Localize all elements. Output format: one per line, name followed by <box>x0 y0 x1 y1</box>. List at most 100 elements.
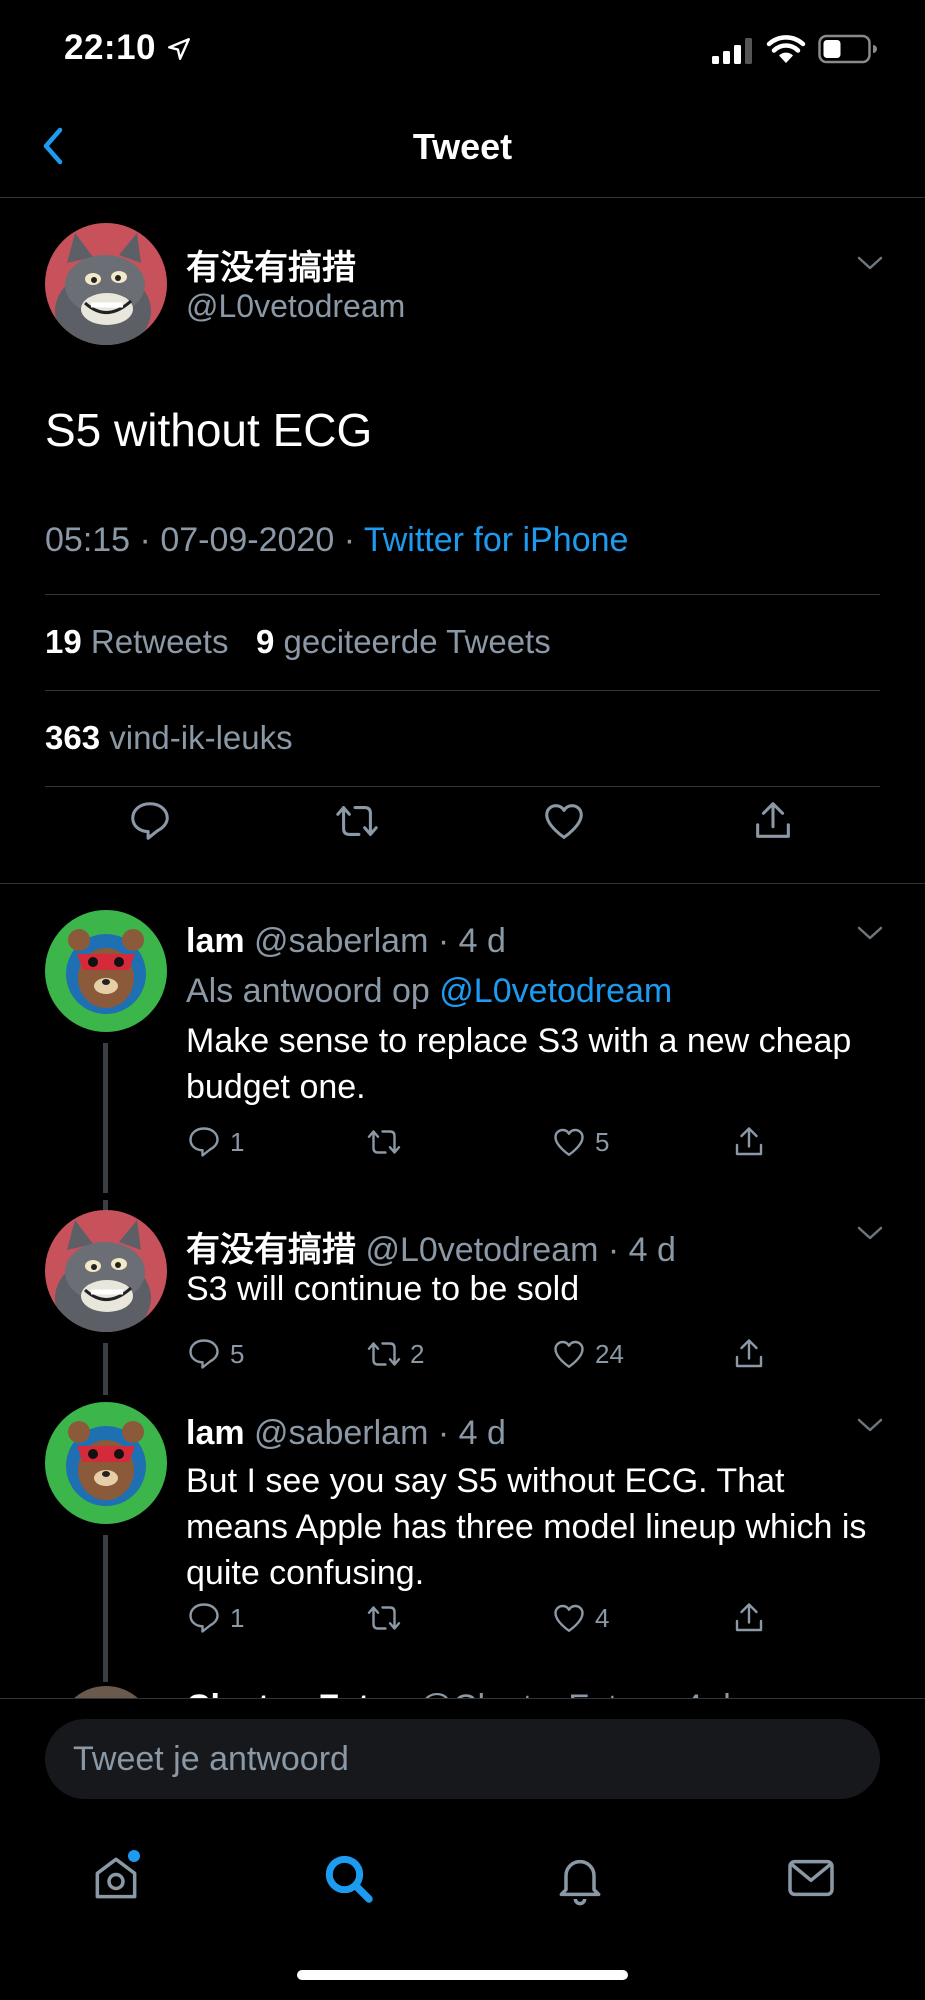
thread-line <box>103 1343 108 1395</box>
divider <box>45 690 880 691</box>
home-indicator <box>297 1970 628 1980</box>
reply-button[interactable]: 1 <box>186 1598 244 1638</box>
like-heart-icon[interactable] <box>541 798 587 844</box>
share-button[interactable] <box>731 1334 775 1374</box>
like-count: 5 <box>595 1126 610 1157</box>
reply-icon[interactable] <box>127 798 173 844</box>
reply-to-label: Als antwoord op <box>186 972 430 1010</box>
status-bar: 22:10 <box>0 0 925 100</box>
tweet-source-link[interactable]: Twitter for iPhone <box>364 521 629 559</box>
chevron-down-icon[interactable] <box>855 923 885 943</box>
reply-text: But I see you say S5 without ECG. That m… <box>186 1462 867 1592</box>
like-count: 24 <box>595 1338 624 1369</box>
author-name[interactable]: 有没有搞措 <box>186 1231 356 1269</box>
separator: · <box>343 521 364 559</box>
separator: · <box>663 1688 674 1698</box>
author-handle[interactable]: @saberlam <box>254 922 428 960</box>
author-handle[interactable]: @saberlam <box>254 1414 428 1452</box>
author-handle[interactable]: @L0vetodream <box>365 1231 598 1269</box>
reply-action-bar: 1 4 <box>186 1598 786 1638</box>
reply-text: S3 will continue to be sold <box>186 1270 580 1308</box>
like-label: vind-ik-leuks <box>109 719 293 756</box>
reply-icon <box>189 1603 219 1633</box>
author-handle[interactable]: @L0vetodream <box>186 288 405 325</box>
search-icon[interactable] <box>320 1850 376 1906</box>
author-name[interactable]: lam <box>186 922 245 960</box>
tweet-age: 4 d <box>683 1688 730 1698</box>
reply-header: lam @saberlam · 4 d <box>186 1414 506 1453</box>
tweet-meta: 05:15 · 07-09-2020 · Twitter for iPhone <box>45 521 628 560</box>
share-icon <box>735 1603 763 1632</box>
reply-button[interactable]: 1 <box>186 1122 244 1162</box>
location-arrow-icon <box>168 38 190 60</box>
chevron-down-icon[interactable] <box>855 1415 885 1435</box>
tweet-age: 4 d <box>458 1414 506 1452</box>
tweet-age: 4 d <box>458 922 506 960</box>
share-button[interactable] <box>731 1122 775 1162</box>
reply-tweet[interactable]: lam @saberlam · 4 d But I see you say S5… <box>0 1402 925 1682</box>
reply-action-bar: 5 2 24 <box>186 1334 786 1374</box>
like-count: 4 <box>595 1602 610 1633</box>
like-button[interactable]: 4 <box>551 1598 609 1638</box>
like-stats[interactable]: 363 vind-ik-leuks <box>45 719 293 757</box>
share-icon[interactable] <box>750 798 796 844</box>
author-name[interactable]: Cleatus Fetus <box>186 1688 409 1698</box>
battery-icon <box>818 34 877 64</box>
separator: · <box>437 922 450 960</box>
reply-header: lam @saberlam · 4 d <box>186 922 506 961</box>
author-handle[interactable]: @CleatusFetus <box>418 1688 653 1698</box>
like-button[interactable]: 24 <box>551 1334 624 1374</box>
retweet-button[interactable]: 2 <box>366 1334 424 1374</box>
reply-header: 有没有搞措 @L0vetodream · 4 d <box>186 1222 676 1271</box>
reply-icon <box>189 1127 219 1157</box>
author-name[interactable]: 有没有搞措 <box>186 240 356 289</box>
avatar[interactable] <box>45 223 167 345</box>
thread-line <box>103 1043 108 1193</box>
notifications-bell-icon[interactable] <box>552 1850 608 1906</box>
chevron-down-icon[interactable] <box>855 1223 885 1243</box>
retweet-button[interactable] <box>366 1122 410 1162</box>
retweet-stats[interactable]: 19 Retweets 9 geciteerde Tweets <box>45 623 551 661</box>
tweet-date: 07-09-2020 <box>160 521 335 559</box>
status-time: 22:10 <box>64 28 157 67</box>
tweet-text: S5 without ECG <box>45 404 373 456</box>
like-button[interactable]: 5 <box>551 1122 609 1162</box>
retweet-count: 19 <box>45 623 82 660</box>
cellular-signal-icon <box>712 38 752 64</box>
reply-count: 5 <box>230 1338 245 1369</box>
retweet-label: Retweets <box>90 623 229 660</box>
avatar[interactable] <box>45 1402 167 1524</box>
retweet-icon[interactable] <box>334 798 380 844</box>
divider <box>45 594 880 595</box>
share-button[interactable] <box>731 1598 775 1638</box>
chevron-down-icon[interactable] <box>855 253 885 273</box>
reply-tweet[interactable]: lam @saberlam · 4 d Als antwoord op @L0v… <box>0 910 925 1200</box>
avatar[interactable] <box>45 1210 167 1332</box>
reply-icon <box>189 1339 219 1369</box>
divider <box>45 786 880 787</box>
reply-input[interactable]: Tweet je antwoord <box>45 1719 880 1799</box>
avatar[interactable] <box>45 910 167 1032</box>
tab-bar <box>0 1810 925 2000</box>
reply-action-bar: 1 5 <box>186 1122 786 1162</box>
retweet-count: 2 <box>410 1338 425 1369</box>
separator: · <box>607 1231 620 1269</box>
messages-mail-icon[interactable] <box>783 1850 839 1906</box>
reply-composer: Tweet je antwoord <box>0 1698 925 1810</box>
avatar[interactable] <box>58 1686 154 1698</box>
reply-tweet-partial[interactable]: Cleatus Fetus @CleatusFetus · 4 d <box>0 1680 925 1698</box>
mention-link[interactable]: @L0vetodream <box>439 972 672 1010</box>
reply-button[interactable]: 5 <box>186 1334 244 1374</box>
author-name[interactable]: lam <box>186 1414 245 1452</box>
tweet-age: 4 d <box>628 1231 676 1269</box>
like-count: 363 <box>45 719 101 756</box>
like-heart-icon <box>554 1340 584 1368</box>
reply-tweet[interactable]: 有没有搞措 @L0vetodream · 4 d S3 will continu… <box>0 1200 925 1395</box>
reply-count: 1 <box>230 1602 245 1633</box>
page-title: Tweet <box>412 126 513 167</box>
tweet-time: 05:15 <box>45 521 131 559</box>
retweet-button[interactable] <box>366 1598 410 1638</box>
separator: · <box>139 521 161 559</box>
reply-header: Cleatus Fetus @CleatusFetus · 4 d <box>186 1688 731 1698</box>
share-icon <box>735 1127 763 1156</box>
